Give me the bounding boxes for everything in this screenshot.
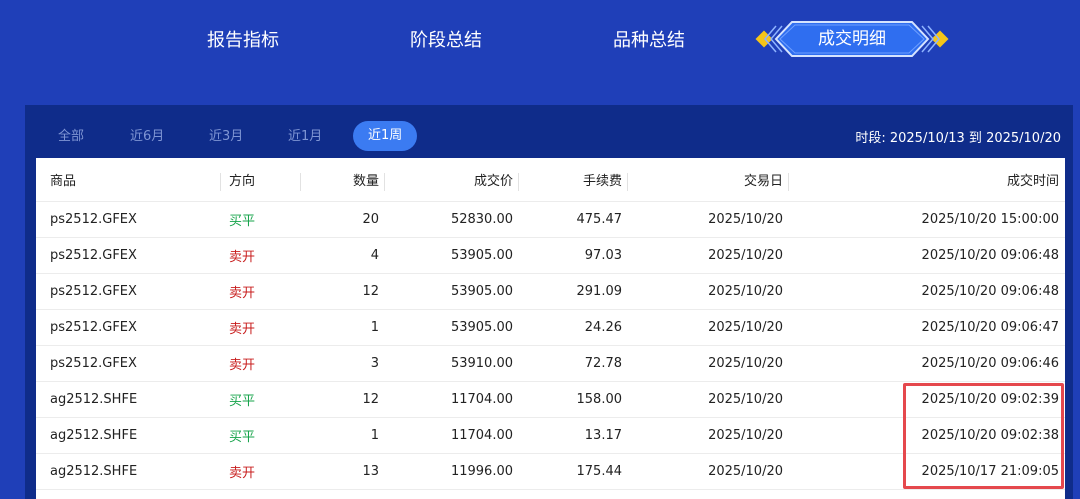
nav-tab-trade-details[interactable]: 成交明细	[752, 18, 952, 60]
cell-quantity: 1	[301, 309, 385, 346]
cell-trade-date: 2025/10/20	[628, 273, 789, 310]
cell-direction: 买平	[221, 417, 301, 454]
cell-product: ag2512.SHFE	[36, 453, 221, 490]
cell-trade-date: 2025/10/20	[628, 345, 789, 382]
period-filter-bar: 全部 近6月 近3月 近1月 近1周 时段: 2025/10/13 到 2025…	[25, 105, 1073, 157]
cell-direction: 买平	[221, 381, 301, 418]
cell-direction: 卖开	[221, 453, 301, 490]
column-header-trade-time[interactable]: 成交时间	[789, 158, 1065, 202]
table-row[interactable]: ag2512.SHFE 买平 1 11704.00 13.17 2025/10/20 202…	[36, 417, 1065, 454]
cell-price: 53910.00	[385, 345, 519, 382]
column-header-product[interactable]: 商品	[36, 158, 221, 202]
period-range-label: 时段: 2025/10/13 到 2025/10/20	[855, 131, 1061, 146]
top-nav: 报告指标 阶段总结 品种总结 成交明细	[0, 0, 1080, 100]
table-row[interactable]: ps2512.GFEX 卖开 12 53905.00 291.09 2025/10/20 2…	[36, 273, 1065, 310]
column-header-quantity[interactable]: 数量	[301, 158, 385, 202]
cell-product: ag2512.SHFE	[36, 381, 221, 418]
cell-trade-date: 2025/10/20	[628, 237, 789, 274]
cell-trade-time: 2025/10/20 09:06:48	[789, 273, 1065, 310]
cell-trade-time: 2025/10/20 09:02:39	[789, 381, 1065, 418]
column-header-trade-date[interactable]: 交易日	[628, 158, 789, 202]
cell-trade-time: 2025/10/20 09:02:38	[789, 417, 1065, 454]
cell-product: ps2512.GFEX	[36, 237, 221, 274]
trade-details-panel: 全部 近6月 近3月 近1月 近1周 时段: 2025/10/13 到 2025…	[25, 105, 1073, 499]
cell-price: 53905.00	[385, 273, 519, 310]
table-row[interactable]: ag2512.SHFE 买平 12 11704.00 158.00 2025/10/20 2…	[36, 381, 1065, 418]
cell-quantity: 1	[301, 417, 385, 454]
cell-direction: 卖开	[221, 309, 301, 346]
cell-fee: 24.26	[519, 309, 628, 346]
cell-fee: 475.47	[519, 201, 628, 238]
cell-trade-time: 2025/10/20 09:06:47	[789, 309, 1065, 346]
table-row[interactable]: ag2512.SHFE 卖开 13 11996.00 175.44 2025/10/20 2…	[36, 453, 1065, 490]
nav-tab-trade-details-label: 成交明细	[818, 29, 886, 49]
cell-price: 11704.00	[385, 417, 519, 454]
filter-1-month[interactable]: 近1月	[288, 122, 322, 152]
table-row[interactable]: ps2512.GFEX 买平 20 52830.00 475.47 2025/10/20 2…	[36, 201, 1065, 238]
cell-price: 11996.00	[385, 453, 519, 490]
cell-quantity: 20	[301, 201, 385, 238]
cell-trade-time: 2025/10/17 21:09:05	[789, 453, 1065, 490]
table-header-row: 商品 方向 数量 成交价 手续费 交易日 成交时间	[36, 158, 1065, 202]
cell-product: ps2512.GFEX	[36, 345, 221, 382]
filter-all[interactable]: 全部	[58, 122, 84, 152]
cell-trade-date: 2025/10/20	[628, 417, 789, 454]
cell-direction: 买平	[221, 201, 301, 238]
cell-direction: 卖开	[221, 345, 301, 382]
trades-table: 商品 方向 数量 成交价 手续费 交易日 成交时间 ps2512.GFEX 买平 2…	[36, 158, 1065, 490]
column-header-direction[interactable]: 方向	[221, 158, 301, 202]
cell-quantity: 12	[301, 381, 385, 418]
filter-6-months[interactable]: 近6月	[130, 122, 164, 152]
table-row[interactable]: ps2512.GFEX 卖开 4 53905.00 97.03 2025/10/20 202…	[36, 237, 1065, 274]
cell-trade-date: 2025/10/20	[628, 309, 789, 346]
column-header-fee[interactable]: 手续费	[519, 158, 628, 202]
cell-price: 53905.00	[385, 237, 519, 274]
trades-table-container: 商品 方向 数量 成交价 手续费 交易日 成交时间 ps2512.GFEX 买平 2…	[36, 158, 1065, 499]
cell-quantity: 12	[301, 273, 385, 310]
cell-quantity: 13	[301, 453, 385, 490]
cell-price: 11704.00	[385, 381, 519, 418]
column-header-price[interactable]: 成交价	[385, 158, 519, 202]
cell-trade-date: 2025/10/20	[628, 381, 789, 418]
cell-direction: 卖开	[221, 273, 301, 310]
cell-trade-time: 2025/10/20 09:06:46	[789, 345, 1065, 382]
cell-product: ps2512.GFEX	[36, 309, 221, 346]
cell-quantity: 4	[301, 237, 385, 274]
nav-tab-report-metrics[interactable]: 报告指标	[207, 26, 279, 52]
cell-price: 53905.00	[385, 309, 519, 346]
cell-trade-time: 2025/10/20 09:06:48	[789, 237, 1065, 274]
cell-fee: 291.09	[519, 273, 628, 310]
nav-tab-product-summary[interactable]: 品种总结	[613, 26, 685, 52]
cell-product: ps2512.GFEX	[36, 273, 221, 310]
filter-3-months[interactable]: 近3月	[209, 122, 243, 152]
cell-trade-time: 2025/10/20 15:00:00	[789, 201, 1065, 238]
filter-1-week[interactable]: 近1周	[353, 121, 418, 151]
cell-product: ag2512.SHFE	[36, 417, 221, 454]
table-row[interactable]: ps2512.GFEX 卖开 1 53905.00 24.26 2025/10/20 202…	[36, 309, 1065, 346]
cell-direction: 卖开	[221, 237, 301, 274]
table-row[interactable]: ps2512.GFEX 卖开 3 53910.00 72.78 2025/10/20 202…	[36, 345, 1065, 382]
cell-fee: 13.17	[519, 417, 628, 454]
cell-fee: 175.44	[519, 453, 628, 490]
cell-fee: 72.78	[519, 345, 628, 382]
cell-price: 52830.00	[385, 201, 519, 238]
cell-trade-date: 2025/10/20	[628, 453, 789, 490]
cell-product: ps2512.GFEX	[36, 201, 221, 238]
cell-quantity: 3	[301, 345, 385, 382]
cell-trade-date: 2025/10/20	[628, 201, 789, 238]
cell-fee: 97.03	[519, 237, 628, 274]
cell-fee: 158.00	[519, 381, 628, 418]
nav-tab-stage-summary[interactable]: 阶段总结	[410, 26, 482, 52]
